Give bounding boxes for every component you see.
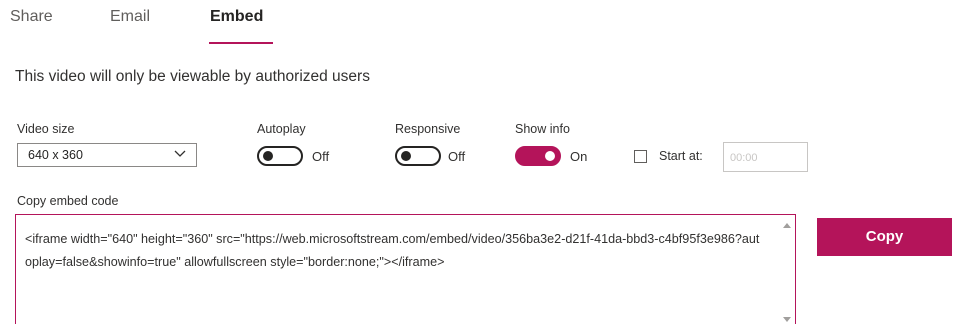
scroll-up-arrow-icon[interactable] (783, 223, 791, 228)
start-time-input[interactable]: 00:00 (723, 142, 808, 172)
active-tab-indicator (209, 42, 273, 44)
start-at-checkbox[interactable] (634, 150, 647, 163)
responsive-toggle[interactable] (395, 146, 441, 166)
embed-code-label: Copy embed code (17, 194, 119, 208)
autoplay-label: Autoplay (257, 122, 306, 136)
chevron-down-icon (174, 150, 186, 157)
show-info-state: On (570, 149, 588, 164)
copy-button[interactable]: Copy (817, 218, 952, 256)
textarea-scrollbar[interactable] (779, 215, 795, 324)
responsive-label: Responsive (395, 122, 461, 136)
video-size-value: 640 x 360 (28, 148, 83, 162)
embed-code-textarea[interactable]: <iframe width="640" height="360" src="ht… (15, 214, 796, 324)
toggle-knob (401, 151, 411, 161)
video-size-label: Video size (17, 122, 75, 136)
autoplay-state: Off (312, 149, 330, 164)
start-at-label: Start at: (659, 149, 703, 163)
scroll-down-arrow-icon[interactable] (783, 317, 791, 322)
toggle-knob (545, 151, 555, 161)
show-info-toggle[interactable] (515, 146, 561, 166)
embed-code-text: <iframe width="640" height="360" src="ht… (25, 232, 760, 269)
autoplay-toggle[interactable] (257, 146, 303, 166)
responsive-state: Off (448, 149, 466, 164)
authorization-notice: This video will only be viewable by auth… (15, 68, 370, 85)
toggle-knob (263, 151, 273, 161)
show-info-label: Show info (515, 122, 570, 136)
video-size-select[interactable]: 640 x 360 (17, 143, 197, 167)
tab-share[interactable]: Share (10, 8, 53, 26)
tab-email[interactable]: Email (110, 8, 150, 26)
tab-embed[interactable]: Embed (210, 8, 263, 26)
